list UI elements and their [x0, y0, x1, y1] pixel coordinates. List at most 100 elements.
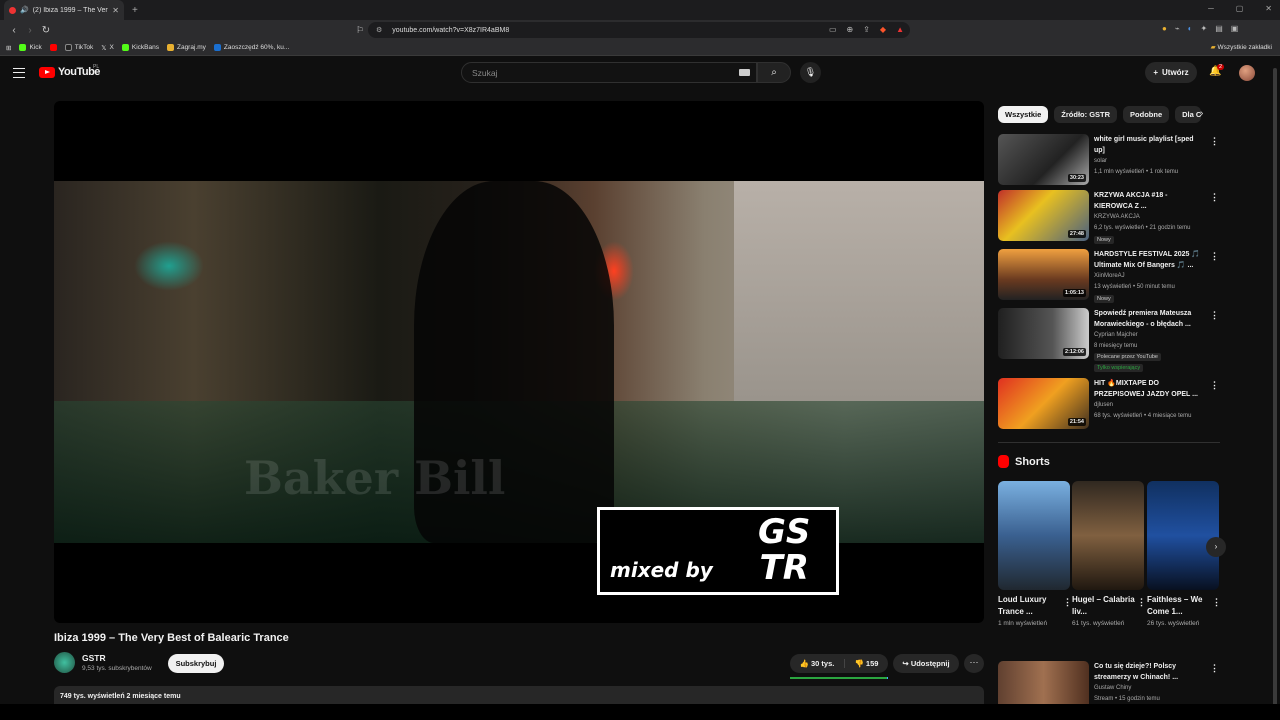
bookmark-item[interactable]: TikTok — [64, 44, 93, 51]
video-frame: Baker Bill — [54, 181, 984, 543]
reload-button[interactable]: ↻ — [38, 25, 54, 36]
share-button[interactable]: ↪ Udostępnij — [893, 654, 959, 673]
youtube-logo[interactable]: YouTube PL — [39, 64, 100, 78]
more-vert-icon[interactable]: ⋮ — [1210, 136, 1219, 147]
filter-chips: Wszystkie Źródło: GSTR Podobne Dla Ci — [998, 106, 1202, 123]
bottom-edge — [0, 704, 1280, 720]
chip-similar[interactable]: Podobne — [1123, 106, 1170, 123]
more-vert-icon[interactable]: ⋮ — [1212, 597, 1221, 608]
recommendation-item[interactable]: 27:48 KRZYWA AKCJA #18 - KIEROWCA Z ... … — [998, 190, 1220, 244]
like-ratio-bar — [790, 677, 888, 679]
apps-icon[interactable]: ⊞ — [6, 44, 11, 52]
gstr-logo: GS TR — [758, 512, 811, 588]
brave-rewards-icon[interactable]: ▲ — [896, 25, 904, 34]
puzzle-icon[interactable]: ✦ — [1201, 24, 1208, 33]
chip-source[interactable]: Źródło: GSTR — [1054, 106, 1118, 123]
maximize-button[interactable]: ▢ — [1236, 4, 1244, 13]
share-page-icon[interactable]: ⇪ — [863, 25, 870, 34]
short-item[interactable]: Faithless – We Come 1... 26 tys. wyświet… — [1147, 481, 1221, 629]
close-window-button[interactable]: ✕ — [1265, 4, 1272, 13]
browser-tab[interactable]: 🔊 (2) Ibiza 1999 – The Very Best ✕ — [4, 0, 124, 20]
recommendation-item[interactable]: 21:54 HIT 🔥MIXTAPE DO PRZEPISOWEJ JAZDY … — [998, 378, 1220, 430]
light-glow — [134, 241, 204, 291]
video-thumbnail[interactable]: 27:48 — [998, 190, 1089, 241]
more-vert-icon[interactable]: ⋮ — [1210, 192, 1219, 203]
avatar[interactable] — [1239, 65, 1255, 81]
omnibox-actions: ▭ ⊕ ⇪ ◆ ▲ — [829, 25, 904, 34]
subscribe-button[interactable]: Subskrybuj — [168, 654, 224, 673]
like-ratio-fill — [790, 677, 888, 679]
bookmark-item[interactable]: Zaoszczędź 60%, ku... — [213, 44, 289, 51]
voice-search-button[interactable]: 🎙 — [800, 62, 821, 83]
zagraj-icon — [166, 44, 174, 51]
address-bar[interactable]: ⚙ youtube.com/watch?v=X8z7IR4aBM8 ▭ ⊕ ⇪ … — [368, 22, 910, 38]
short-thumbnail[interactable] — [1147, 481, 1219, 590]
like-button[interactable]: 👍 30 tys. — [790, 659, 845, 668]
cast-icon[interactable]: ▭ — [829, 25, 837, 34]
chip-all[interactable]: Wszystkie — [998, 106, 1049, 123]
video-watermark: Baker Bill — [244, 451, 506, 505]
background-wall — [734, 181, 984, 401]
more-vert-icon[interactable]: ⋮ — [1210, 310, 1219, 321]
browser-tab-strip: 🔊 (2) Ibiza 1999 – The Very Best ✕ + ─ ▢… — [0, 0, 1280, 20]
video-thumbnail[interactable]: 2:12:06 — [998, 308, 1089, 359]
bookmark-item[interactable]: KickBans — [121, 44, 159, 51]
short-item[interactable]: Loud Luxury Trance ... 1 mln wyświetleń … — [998, 481, 1072, 629]
more-vert-icon[interactable]: ⋮ — [1137, 597, 1146, 608]
video-thumbnail[interactable]: 1:05:13 — [998, 249, 1089, 300]
recommendation-item[interactable]: 1:05:13 HARDSTYLE FESTIVAL 2025 🎵 Ultima… — [998, 249, 1220, 303]
sidebar-icon[interactable]: ▤ — [1215, 24, 1223, 33]
chevron-right-icon[interactable]: › — [1200, 108, 1203, 119]
video-thumbnail[interactable]: 30:23 — [998, 134, 1089, 185]
channel-name[interactable]: GSTR — [82, 653, 106, 663]
minimize-button[interactable]: ─ — [1208, 4, 1214, 13]
recommendation-item[interactable]: 2:12:06 Spowiedź premiera Mateusza Moraw… — [998, 308, 1220, 372]
short-thumbnail[interactable] — [998, 481, 1070, 590]
recommendation-item[interactable]: 30:23 white girl music playlist [sped up… — [998, 134, 1220, 186]
scrollbar[interactable] — [1272, 64, 1278, 708]
bookmark-item[interactable]: Kick — [19, 44, 42, 51]
bookmark-item[interactable]: Zagraj.my — [166, 44, 206, 51]
create-button[interactable]: + Utwórz — [1145, 62, 1197, 83]
short-item[interactable]: Hugel – Calabria liv... 61 tys. wyświetl… — [1072, 481, 1146, 629]
site-info-icon[interactable]: ⚙ — [376, 26, 382, 34]
more-vert-icon[interactable]: ⋮ — [1210, 380, 1219, 391]
wallet-icon[interactable]: ▣ — [1231, 24, 1239, 33]
close-icon[interactable]: ✕ — [112, 6, 119, 15]
more-vert-icon[interactable]: ⋮ — [1063, 597, 1072, 608]
chip-for-you[interactable]: Dla Ci — [1175, 106, 1202, 123]
zoom-icon[interactable]: ⊕ — [847, 25, 854, 34]
url-text[interactable]: youtube.com/watch?v=X8z7IR4aBM8 — [392, 27, 509, 34]
bookmark-item[interactable]: 𝕏X — [101, 44, 114, 52]
new-tab-button[interactable]: + — [132, 5, 138, 16]
scrollbar-thumb[interactable] — [1273, 68, 1277, 708]
more-vert-icon[interactable]: ⋮ — [1210, 251, 1219, 262]
more-vert-icon[interactable]: ⋮ — [1210, 663, 1219, 674]
shorts-header: Shorts — [998, 455, 1050, 468]
menu-icon[interactable] — [13, 68, 25, 78]
channel-avatar[interactable] — [54, 652, 75, 673]
brave-shield-icon[interactable]: ◆ — [880, 25, 886, 34]
extension-icon[interactable]: ◐ — [1188, 24, 1193, 33]
forward-button[interactable]: › — [22, 25, 38, 36]
more-actions-button[interactable]: ··· — [964, 654, 984, 673]
shorts-next-button[interactable]: › — [1206, 537, 1226, 557]
video-thumbnail[interactable]: 21:54 — [998, 378, 1089, 429]
extension-icon[interactable]: ● — [1162, 24, 1167, 33]
short-thumbnail[interactable] — [1072, 481, 1144, 590]
steam-icon — [213, 44, 221, 51]
bookmark-star-icon[interactable]: ⚐ — [356, 25, 364, 36]
tab-title: (2) Ibiza 1999 – The Very Best — [32, 6, 109, 14]
dislike-button[interactable]: 👎 159 — [845, 659, 888, 668]
all-bookmarks[interactable]: ▰ Wszystkie zakładki — [1211, 43, 1272, 51]
bookmark-item[interactable] — [49, 44, 57, 51]
search-button[interactable]: ⌕ — [757, 62, 791, 83]
search-input[interactable]: Szukaj — [461, 62, 757, 83]
search-icon: ⌕ — [771, 67, 777, 78]
like-dislike-group: 👍 30 tys. 👎 159 — [790, 654, 888, 673]
back-button[interactable]: ‹ — [6, 25, 22, 36]
keyboard-icon[interactable] — [739, 69, 750, 76]
extension-icon[interactable]: ⌁ — [1175, 24, 1180, 33]
plus-icon: + — [1153, 68, 1158, 77]
video-player[interactable]: Baker Bill mixed by GS TR — [54, 101, 984, 623]
